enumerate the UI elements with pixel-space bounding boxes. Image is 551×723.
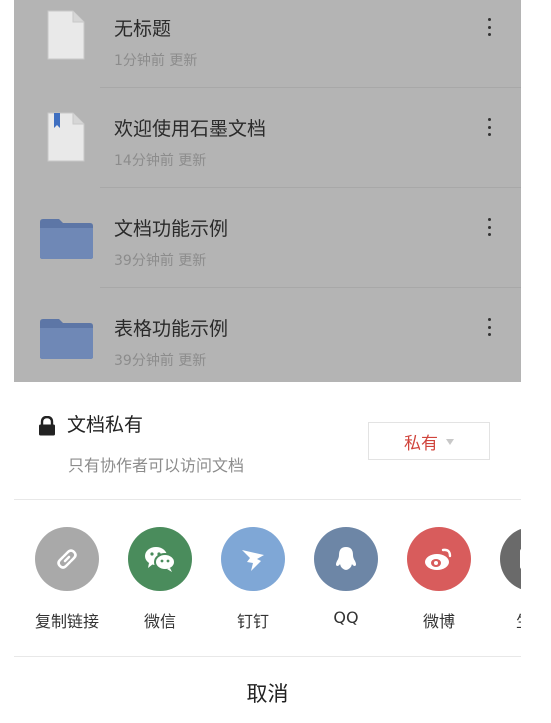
wechat-icon [128,527,192,591]
privacy-title: 文档私有 [67,414,144,436]
privacy-select[interactable]: 私有 [368,422,490,460]
link-icon [35,527,99,591]
file-updated-time: 1分钟前 更新 [114,53,198,69]
divider [14,656,521,657]
share-qq-button[interactable]: QQ [301,527,391,637]
file-updated-time: 14分钟前 更新 [114,153,207,169]
list-item[interactable]: 文档功能示例 39分钟前 更新 [14,188,521,288]
weibo-icon [407,527,471,591]
more-options-icon[interactable] [482,15,496,39]
privacy-description: 只有协作者可以访问文档 [68,456,245,475]
list-item[interactable]: 无标题 1分钟前 更新 [14,0,521,88]
list-item[interactable]: 表格功能示例 39分钟前 更新 [14,288,521,382]
lock-icon [39,416,55,436]
share-wechat-button[interactable]: 微信 [115,527,205,637]
divider [14,499,521,500]
more-options-icon[interactable] [482,315,496,339]
cancel-button[interactable]: 取消 [14,678,521,708]
share-sheet: 文档私有 只有协作者可以访问文档 私有 复制链接 微信 钉钉 QQ 微博 取消 [14,382,521,723]
share-label: 生成 [487,608,521,632]
file-list: 无标题 1分钟前 更新 欢迎使用石墨文档 14分钟前 更新 文档功能示例 39分… [14,0,521,382]
image-icon [500,527,521,591]
dingtalk-icon [221,527,285,591]
doc-blank-icon [47,10,85,60]
more-options-icon[interactable] [482,215,496,239]
file-updated-time: 39分钟前 更新 [114,253,207,269]
share-label: QQ [333,608,359,627]
file-title: 无标题 [114,18,172,40]
list-item[interactable]: 欢迎使用石墨文档 14分钟前 更新 [14,88,521,188]
share-copy-link-button[interactable]: 复制链接 [22,527,112,637]
file-title: 欢迎使用石墨文档 [114,118,267,140]
qq-icon [314,527,378,591]
doc-bookmark-icon [47,112,85,162]
share-dingtalk-button[interactable]: 钉钉 [208,527,298,637]
folder-icon [40,319,93,359]
share-options: 复制链接 微信 钉钉 QQ 微博 [14,527,521,642]
caret-down-icon [446,439,454,445]
share-generate-image-button[interactable]: 生成 [487,527,521,637]
share-label: 复制链接 [34,612,99,631]
file-updated-time: 39分钟前 更新 [114,353,207,369]
more-options-icon[interactable] [482,115,496,139]
share-weibo-button[interactable]: 微博 [394,527,484,637]
file-title: 表格功能示例 [114,318,229,340]
share-label: 微博 [422,612,455,631]
share-label: 钉钉 [236,612,269,631]
file-title: 文档功能示例 [114,218,229,240]
privacy-select-value: 私有 [404,433,438,454]
folder-icon [40,219,93,259]
share-label: 微信 [143,612,176,631]
